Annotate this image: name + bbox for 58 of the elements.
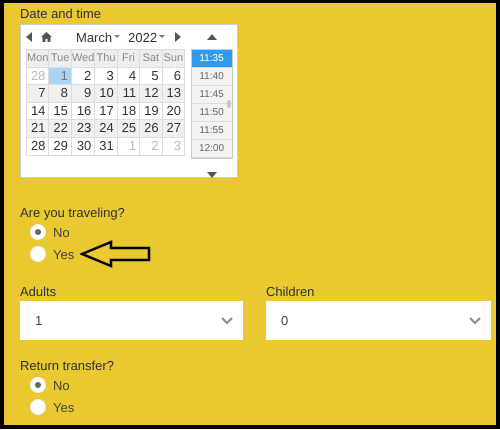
weekday-header: Fri [118,50,140,68]
time-option[interactable]: 11:50 [192,104,232,122]
weekday-header: Sun [162,50,185,68]
scroll-up-icon[interactable] [206,34,216,40]
previous-month-icon[interactable] [26,32,32,42]
annotation-arrow [80,240,152,268]
radio-button[interactable] [31,378,45,392]
weekday-header: Tue [49,50,72,68]
chevron-down-icon [469,316,481,324]
day-cell[interactable]: 31 [95,138,118,156]
weekday-header: Thu [95,50,118,68]
time-option[interactable]: 11:55 [192,122,232,140]
field-label: Children [266,284,316,301]
scroll-down-icon[interactable] [206,172,216,178]
question-label: Are you traveling? [20,205,126,221]
time-option[interactable]: 11:45 [192,86,232,104]
day-cell[interactable]: 13 [162,85,185,103]
chevron-down-icon [221,316,233,324]
next-month-icon[interactable] [175,32,181,42]
dropdown-field[interactable]: 0 [266,301,491,340]
caret-icon [114,35,120,39]
radio-button[interactable] [31,247,45,261]
day-cell[interactable]: 11 [118,85,140,103]
weekday-header: Mon [27,50,50,68]
day-cell[interactable]: 27 [162,120,185,138]
day-cell[interactable]: 21 [27,120,50,138]
radio-label[interactable]: No [53,378,70,392]
radio-label[interactable]: Yes [53,400,74,414]
day-cell[interactable]: 7 [27,85,50,103]
radio-label[interactable]: No [53,224,70,240]
time-option[interactable]: 11:40 [192,68,232,86]
day-cell[interactable]: 10 [95,85,118,103]
radio-button[interactable] [31,400,45,414]
field-label: Adults [20,284,58,301]
year-select[interactable]: 2022 [128,30,166,44]
day-cell[interactable]: 25 [118,120,140,138]
weekday-header: Sat [140,50,163,68]
month-select[interactable]: March [76,30,120,44]
radio-button[interactable] [31,225,45,239]
day-cell[interactable]: 8 [49,85,72,103]
day-cell[interactable]: 29 [49,138,72,156]
weekday-header: Wed [72,50,96,68]
day-cell[interactable]: 26 [140,120,163,138]
radio-label[interactable]: Yes [53,246,74,262]
caret-icon [159,35,166,39]
day-cell[interactable]: 28 [27,138,50,156]
day-cell[interactable]: 24 [95,120,118,138]
day-cell[interactable]: 23 [72,120,96,138]
day-cell[interactable]: 22 [49,120,72,138]
section-label: Date and time [20,6,102,21]
day-cell[interactable]: 30 [72,138,96,156]
scrollbar-thumb[interactable] [226,100,230,108]
time-option[interactable]: 12:00 [192,140,232,158]
dropdown-field[interactable]: 1 [20,301,243,340]
question-label: Return transfer? [20,358,115,374]
home-icon[interactable] [41,32,52,42]
day-cell[interactable]: 12 [140,85,163,103]
day-cell[interactable]: 9 [72,85,96,103]
